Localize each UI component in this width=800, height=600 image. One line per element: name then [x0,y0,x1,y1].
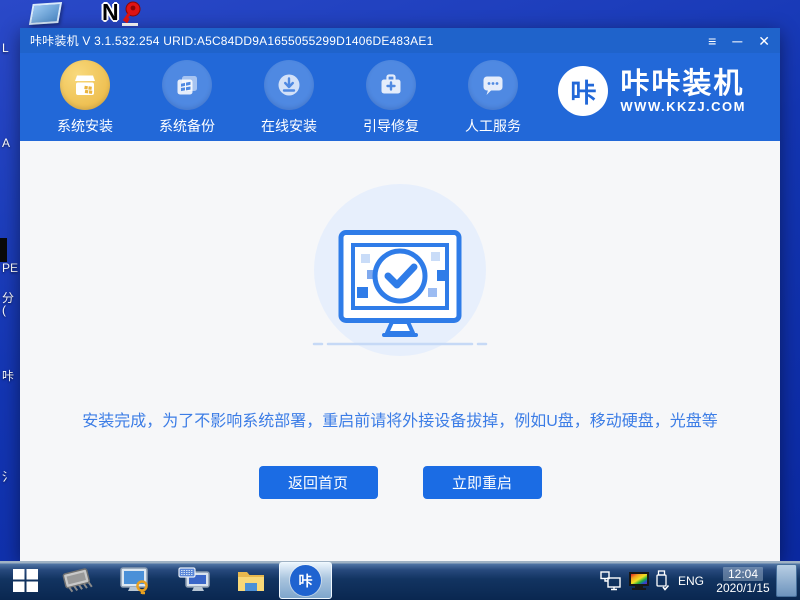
desktop-label-fragment[interactable]: A [2,136,10,150]
desktop-label-fragment[interactable]: PE [2,261,18,275]
taskbar: 咔 [0,561,800,600]
monitor-check-icon [312,230,488,350]
kaka-app-icon: 咔 [292,567,319,594]
nav-item-online-install[interactable]: 在线安装 [252,53,326,141]
backup-icon [162,60,212,110]
main-content: 安装完成，为了不影响系统部署，重启前请将外接设备拔掉，例如U盘，移动硬盘，光盘等… [20,141,780,561]
n-letter: N [102,0,119,26]
nav-label: 系统备份 [159,116,215,136]
brand-logo: 咔 咔咔装机 WWW.KKZJ.COM [558,66,746,116]
chat-service-icon [468,60,518,110]
repair-toolbox-icon [366,60,416,110]
nav-item-system-install[interactable]: 系统安装 [48,53,122,141]
minimize-button[interactable]: ─ [732,34,742,48]
desktop: { "desktop": { "fragments": [ {"text": "… [0,0,800,600]
desktop-icon-fragment[interactable] [0,238,7,262]
desktop-icon-n-software[interactable]: N [102,1,148,27]
tray-network-icon[interactable] [598,561,624,600]
desktop-label-fragment[interactable]: 咔 [2,367,14,384]
tray-date: 2020/1/15 [716,581,769,595]
nav-label: 引导修复 [363,116,419,136]
desktop-label-fragment[interactable]: L [2,41,9,55]
tray-language-indicator[interactable]: ENG [674,561,708,600]
brand-website: WWW.KKZJ.COM [620,99,746,114]
nav-label: 系统安装 [57,116,113,136]
back-home-button[interactable]: 返回首页 [259,466,378,499]
icon-underline [122,23,138,26]
taskbar-app-input-tool[interactable] [174,561,216,600]
logo-mark-icon: 咔 [558,66,608,116]
memory-chip-icon [58,562,98,599]
success-illustration [314,184,486,356]
close-button[interactable]: ✕ [758,34,770,48]
brand-name: 咔咔装机 [620,69,746,99]
keyboard-monitor-icon [178,566,212,596]
desktop-icon-monitor[interactable] [29,2,62,25]
tray-display-icon[interactable] [626,561,652,600]
start-button[interactable] [6,561,44,600]
nav-item-system-backup[interactable]: 系统备份 [150,53,224,141]
nav-item-boot-repair[interactable]: 引导修复 [354,53,428,141]
taskbar-app-partition-tool[interactable] [114,561,156,600]
taskbar-app-explorer[interactable] [232,561,270,600]
menu-button[interactable]: ≡ [708,34,716,48]
windows-logo-icon [12,567,39,594]
titlebar[interactable]: 咔咔装机 V 3.1.532.254 URID:A5C84DD9A1655055… [20,28,780,53]
tray-time: 12:04 [723,567,763,581]
restart-now-button[interactable]: 立即重启 [423,466,542,499]
tray-clock[interactable]: 12:04 2020/1/15 [710,561,776,600]
tray-usb-icon[interactable] [652,561,672,600]
monitor-key-icon [119,566,151,596]
completion-message: 安装完成，为了不影响系统部署，重启前请将外接设备拔掉，例如U盘，移动硬盘，光盘等 [20,407,780,431]
folder-icon [236,568,266,594]
kaka-installer-window: 咔咔装机 V 3.1.532.254 URID:A5C84DD9A1655055… [20,28,780,561]
nav-label: 在线安装 [261,116,317,136]
nav-label: 人工服务 [465,116,521,136]
nav-item-human-service[interactable]: 人工服务 [456,53,530,141]
taskbar-app-chip[interactable] [56,561,100,600]
desktop-label-fragment[interactable]: 氵 [2,468,14,485]
nav-bar: 系统安装 系统备份 在线安装 [20,53,780,141]
window-title: 咔咔装机 V 3.1.532.254 URID:A5C84DD9A1655055… [30,32,708,49]
desktop-label-fragment[interactable]: ( [2,303,6,317]
install-icon [60,60,110,110]
taskbar-app-kaka-active[interactable]: 咔 [279,562,332,599]
download-icon [264,60,314,110]
show-desktop-button[interactable] [776,564,797,597]
